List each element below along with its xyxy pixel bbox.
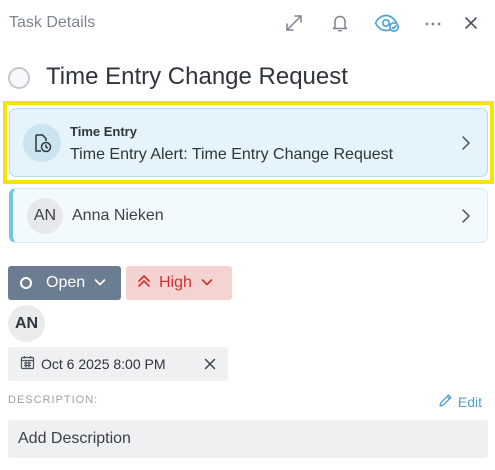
related-record-card[interactable]: Time Entry Time Entry Alert: Time Entry … — [9, 108, 488, 177]
panel-header: Task Details — [0, 0, 495, 46]
chevron-down-icon — [94, 274, 106, 292]
time-entry-icon — [23, 124, 61, 162]
contact-name: Anna Nieken — [72, 207, 164, 224]
edit-label: Edit — [457, 394, 482, 410]
calendar-icon — [20, 355, 35, 373]
due-date-field[interactable]: Oct 6 2025 8:00 PM — [8, 347, 228, 381]
related-record-description: Time Entry Alert: Time Entry Change Requ… — [70, 146, 394, 163]
priority-label: High — [159, 274, 192, 291]
description-label: DESCRIPTION: — [8, 394, 99, 406]
description-input[interactable]: Add Description — [8, 420, 488, 458]
chevron-down-icon — [201, 274, 213, 292]
pencil-icon — [438, 393, 453, 411]
status-circle-icon — [20, 277, 32, 289]
more-icon[interactable] — [421, 11, 445, 35]
priority-high-icon — [137, 274, 151, 293]
task-title[interactable]: Time Entry Change Request — [46, 63, 348, 91]
related-record-type: Time Entry — [70, 124, 137, 139]
priority-dropdown[interactable]: High — [126, 266, 232, 300]
status-label: Open — [46, 274, 86, 291]
close-icon[interactable] — [459, 11, 483, 35]
bell-icon[interactable] — [328, 11, 352, 35]
watch-icon[interactable] — [373, 11, 401, 35]
chevron-right-icon — [459, 208, 473, 224]
chevron-right-icon — [459, 135, 473, 151]
expand-icon[interactable] — [282, 11, 306, 35]
assignee-avatar[interactable]: AN — [8, 305, 45, 342]
contact-avatar: AN — [27, 198, 63, 234]
due-date-value: Oct 6 2025 8:00 PM — [41, 356, 166, 372]
complete-task-checkbox[interactable] — [8, 67, 30, 89]
status-dropdown[interactable]: Open — [8, 266, 121, 300]
edit-description-button[interactable]: Edit — [438, 393, 482, 411]
contact-card[interactable]: AN Anna Nieken — [9, 188, 488, 243]
clear-date-icon[interactable] — [202, 356, 218, 372]
panel-title: Task Details — [9, 14, 96, 31]
